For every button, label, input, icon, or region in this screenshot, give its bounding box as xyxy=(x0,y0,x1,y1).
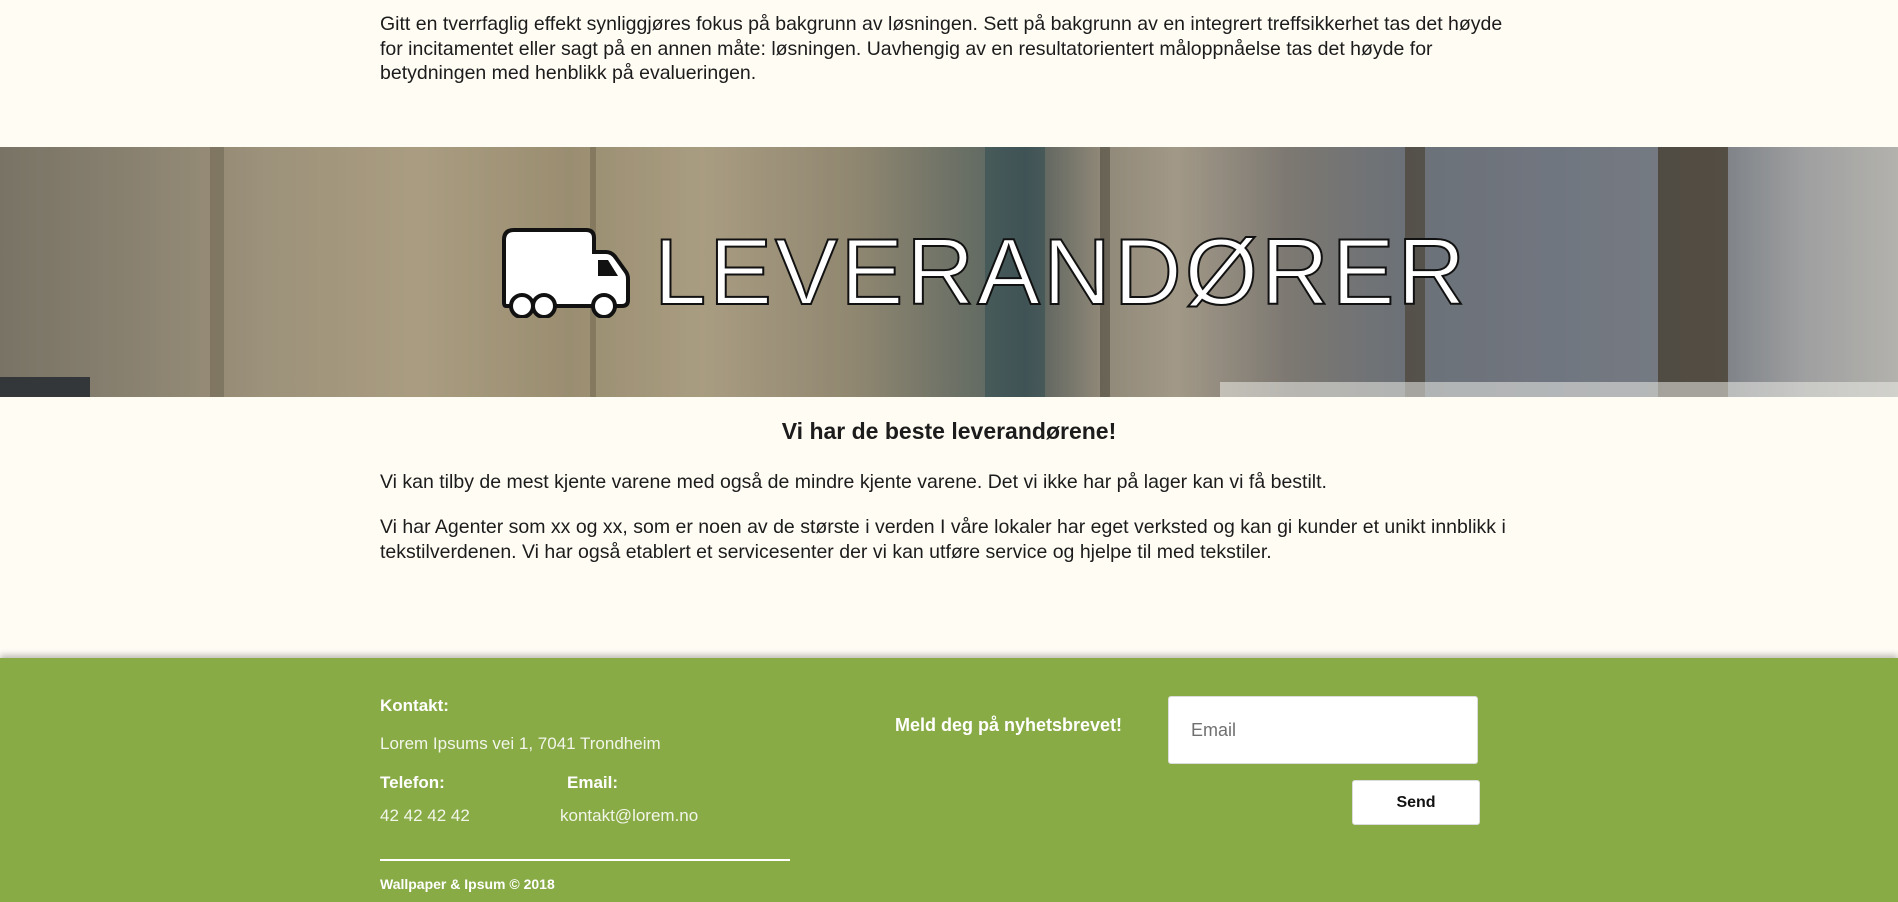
contact-label: Kontakt: xyxy=(380,696,449,715)
intro-paragraph: Gitt en tverrfaglig effekt synliggjøres … xyxy=(380,13,1503,84)
truck-icon xyxy=(502,228,630,318)
newsletter-email-input[interactable] xyxy=(1168,696,1478,764)
phone-value: 42 42 42 42 xyxy=(380,806,470,825)
email-label: Email: xyxy=(567,773,619,792)
site-footer: Kontakt: Lorem Ipsums vei 1, 7041 Trondh… xyxy=(0,658,1898,902)
newsletter-label: Meld deg på nyhetsbrevet! xyxy=(895,715,1123,735)
section-paragraph: Vi kan tilby de mest kjente varene med o… xyxy=(380,471,1327,493)
email-link[interactable]: kontakt@lorem.no xyxy=(560,806,698,826)
send-button[interactable]: Send xyxy=(1352,780,1480,825)
section-heading: Vi har de beste leverandørene! xyxy=(781,418,1117,444)
copyright-text: Wallpaper & Ipsum © 2018 xyxy=(380,876,555,892)
banner-heading: LEVERANDØRER xyxy=(653,219,1469,324)
phone-label: Telefon: xyxy=(380,773,445,792)
banner-title: LEVERANDØRER xyxy=(500,219,1469,324)
address-text: Lorem Ipsums vei 1, 7041 Trondheim xyxy=(380,734,661,753)
footer-divider xyxy=(380,859,790,861)
section-paragraph: Vi har Agenter som xx og xx, som er noen… xyxy=(380,516,1506,563)
